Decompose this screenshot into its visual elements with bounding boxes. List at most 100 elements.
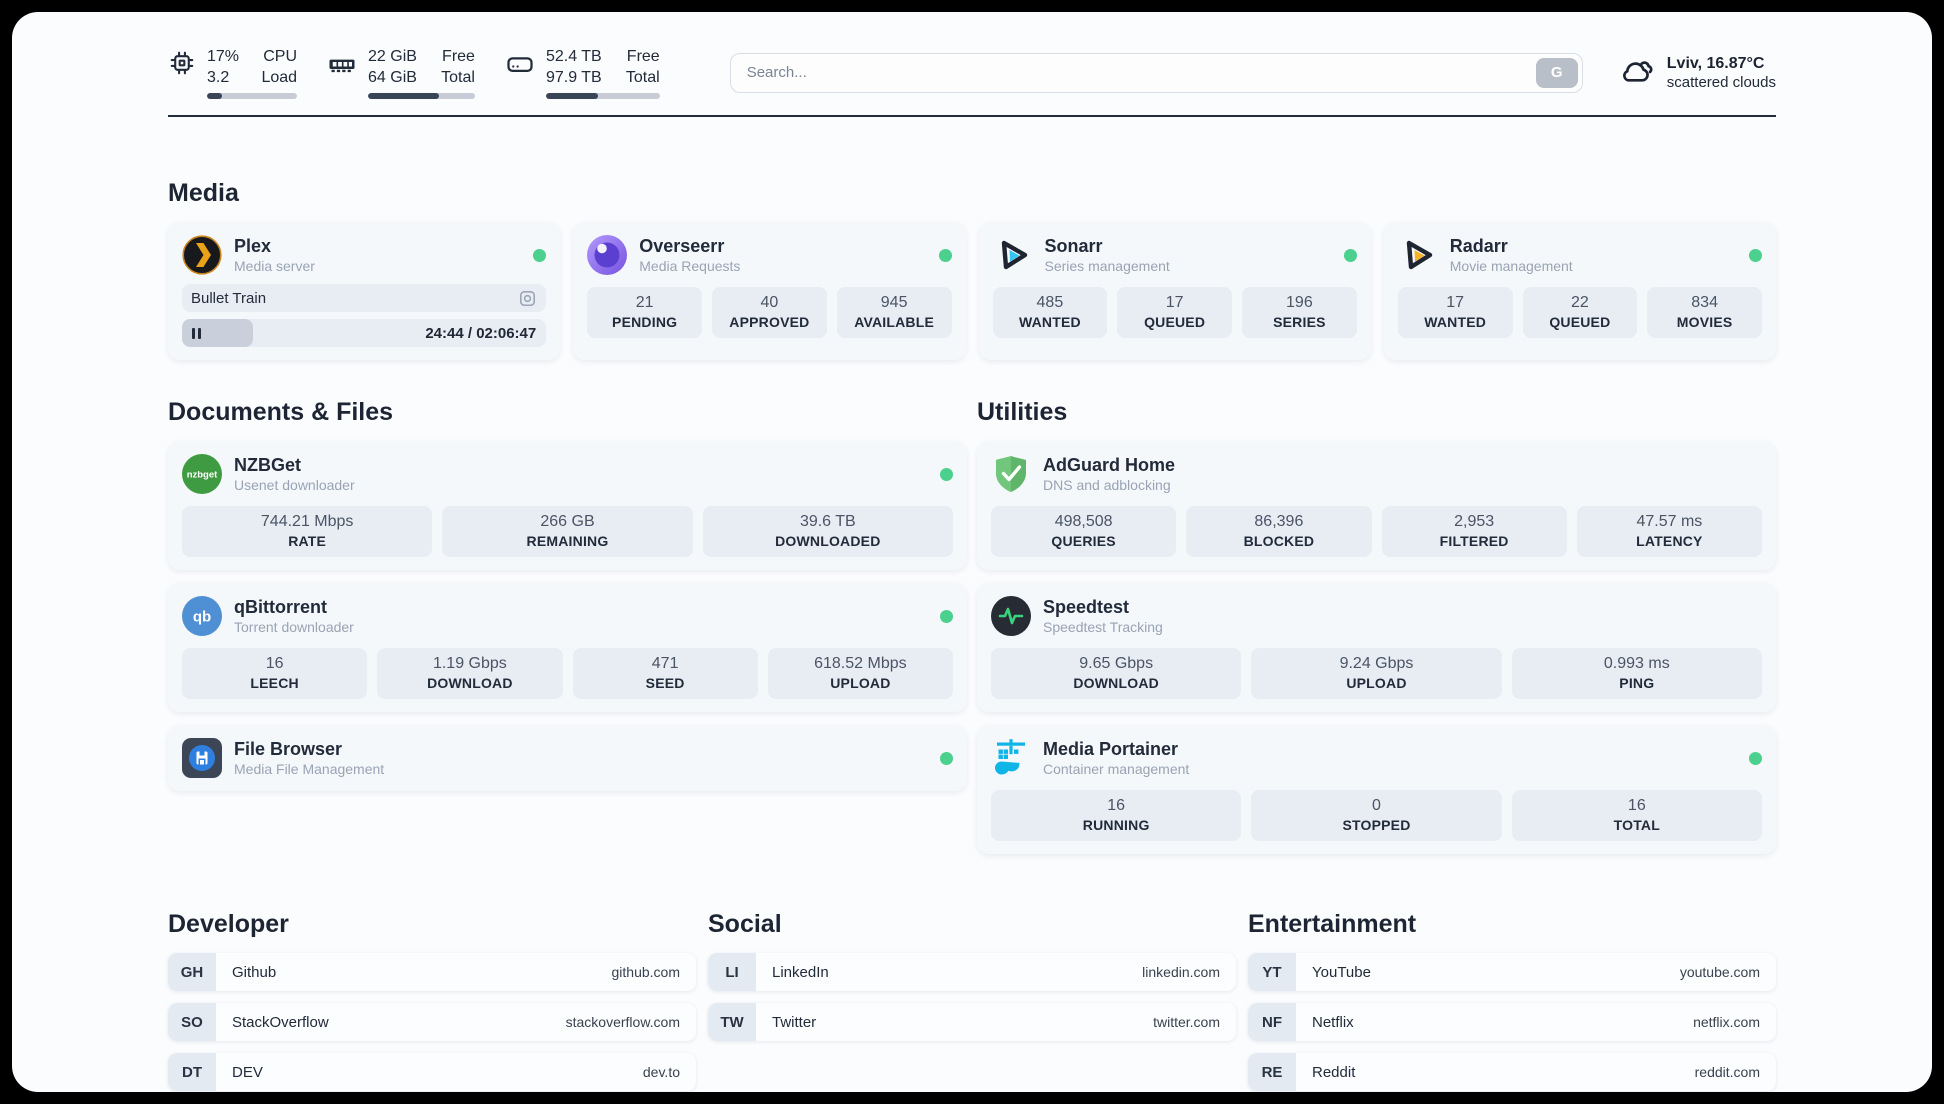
service-card-header: AdGuard Home DNS and adblocking	[991, 454, 1762, 494]
service-card-adguard-home[interactable]: AdGuard Home DNS and adblocking 498,508 QUE…	[977, 441, 1776, 571]
service-title: qBittorrent	[234, 597, 327, 618]
pause-icon[interactable]	[192, 327, 201, 339]
stat-box-total: 16 TOTAL	[1511, 790, 1762, 842]
stat-value: 86,396	[1254, 513, 1304, 531]
stat-box-blocked: 86,396 BLOCKED	[1186, 506, 1372, 558]
stats-row: 9.65 Gbps DOWNLOAD 9.24 Gbps UPLOAD 0.993 ms…	[991, 648, 1762, 700]
stat-box-leech: 16 LEECH	[182, 648, 368, 700]
link-abbr-badge: DT	[168, 1053, 216, 1092]
section-title-utilities: Utilities	[977, 398, 1068, 427]
link-name: Reddit	[1312, 1063, 1356, 1081]
link-stackoverflow[interactable]: SO StackOverflow stackoverflow.com	[168, 1003, 696, 1042]
service-card-nzbget[interactable]: nzbget NZBGet Usenet downloader 744.21 Mbps…	[168, 441, 967, 571]
bookmark-list-entertainment: YT YouTube youtube.com NF Netflix netflix.com…	[1248, 953, 1776, 1092]
link-youtube[interactable]: YT YouTube youtube.com	[1248, 953, 1776, 992]
link-github[interactable]: GH Github github.com	[168, 953, 696, 992]
stats-row: 16 LEECH 1.19 Gbps DOWNLOAD 471 SEED 618.52 Mb…	[182, 648, 953, 700]
link-dev[interactable]: DT DEV dev.to	[168, 1053, 696, 1092]
service-subtitle: DNS and adblocking	[1043, 477, 1171, 494]
search-input[interactable]	[729, 52, 1583, 93]
stat-label: FILTERED	[1439, 533, 1509, 550]
link-abbr-badge: LI	[708, 953, 756, 992]
service-meta: Media Portainer Container management	[1043, 739, 1189, 777]
dashboard-page: 17% 3.2 CPU Load 22 GiB 64 GiB Free Tota…	[12, 12, 1932, 1092]
service-card-header: Overseerr Media Requests	[587, 235, 952, 276]
stat-label: MOVIES	[1676, 314, 1733, 331]
overseerr-icon	[587, 235, 628, 276]
stat-box-upload: 9.24 Gbps UPLOAD	[1251, 648, 1502, 700]
memory-progress-fill	[368, 93, 439, 100]
service-subtitle: Usenet downloader	[234, 477, 355, 494]
stat-label: STOPPED	[1342, 817, 1411, 834]
stat-value: 945	[880, 294, 908, 312]
stat-value: 1.19 Gbps	[432, 655, 507, 673]
link-twitter[interactable]: TW Twitter twitter.com	[708, 1003, 1236, 1042]
service-subtitle: Container management	[1043, 761, 1190, 778]
online-status-dot	[940, 609, 953, 623]
svg-text:nzbget: nzbget	[187, 470, 218, 481]
service-card-header: Media Portainer Container management	[991, 738, 1762, 778]
link-netflix[interactable]: NF Netflix netflix.com	[1248, 1003, 1776, 1042]
service-card-plex[interactable]: Plex Media server Bullet Train 24:44 / 02:0…	[168, 222, 561, 361]
bookmark-list-social: LI LinkedIn linkedin.com TW Twitter twitter.c…	[708, 953, 1236, 1042]
section-title-developer: Developer	[168, 910, 289, 939]
service-card-header: nzbget NZBGet Usenet downloader	[182, 454, 953, 495]
playback-progress-bar[interactable]: 24:44 / 02:06:47	[182, 319, 547, 348]
link-url: stackoverflow.com	[565, 1014, 680, 1031]
stat-box-queued: 17 QUEUED	[1117, 287, 1232, 339]
stat-box-upload: 618.52 Mbps UPLOAD	[767, 648, 953, 700]
link-name: YouTube	[1312, 963, 1371, 981]
camera-icon[interactable]	[518, 289, 537, 308]
service-card-header: Radarr Movie management	[1398, 235, 1762, 275]
stat-value: 17	[1165, 294, 1184, 312]
portainer-icon	[991, 738, 1031, 778]
radarr-icon	[1398, 235, 1438, 275]
weather-widget: Lviv, 16.87°C scattered clouds	[1617, 51, 1776, 94]
stat-label: TOTAL	[1613, 817, 1660, 834]
service-meta: Overseerr Media Requests	[639, 236, 740, 274]
service-card-sonarr[interactable]: Sonarr Series management 485 WANTED 17 QUEUED…	[978, 222, 1371, 361]
link-linkedin[interactable]: LI LinkedIn linkedin.com	[708, 953, 1236, 992]
online-status-dot	[1749, 248, 1762, 262]
stat-box-movies: 834 MOVIES	[1647, 287, 1762, 339]
stat-label: PENDING	[612, 314, 678, 331]
stat-box-approved: 40 APPROVED	[712, 287, 827, 339]
stat-value: 485	[1036, 294, 1064, 312]
link-reddit[interactable]: RE Reddit reddit.com	[1248, 1053, 1776, 1092]
service-title: Radarr	[1449, 236, 1508, 257]
online-status-dot	[1343, 248, 1357, 262]
stat-label: DOWNLOADED	[775, 533, 881, 550]
service-meta: Speedtest Speedtest Tracking	[1043, 597, 1163, 635]
stat-label: BLOCKED	[1243, 533, 1315, 550]
service-title: AdGuard Home	[1043, 455, 1176, 476]
service-card-file-browser[interactable]: File Browser Media File Management	[168, 725, 967, 792]
link-url: reddit.com	[1694, 1064, 1760, 1081]
disk-widget: 52.4 TB 97.9 TB Free Total	[505, 46, 660, 100]
stat-value: 9.24 Gbps	[1339, 655, 1414, 673]
service-card-speedtest[interactable]: Speedtest Speedtest Tracking 9.65 Gbps DOWN…	[977, 583, 1776, 713]
stat-box-rate: 744.21 Mbps RATE	[182, 506, 433, 558]
qbittorrent-icon: qb	[182, 596, 222, 637]
service-meta: Radarr Movie management	[1450, 236, 1573, 274]
section-title-media: Media	[168, 179, 239, 208]
cpu-values: 17% 3.2	[207, 46, 239, 88]
service-card-overseerr[interactable]: Overseerr Media Requests 21 PENDING 40 APPROV…	[573, 222, 966, 361]
service-card-radarr[interactable]: Radarr Movie management 17 WANTED 22 QUEUED 83…	[1383, 222, 1776, 361]
stat-value: 21	[635, 294, 654, 312]
documents-column: Documents & Files nzbget NZBGet Usenet dow…	[168, 398, 967, 854]
service-card-qbittorrent[interactable]: qb qBittorrent Torrent downloader 16 LEECH 1.…	[168, 583, 967, 713]
link-url: github.com	[611, 964, 680, 981]
disk-icon	[505, 46, 535, 79]
stats-row: 498,508 QUERIES 86,396 BLOCKED 2,953 FILTERED…	[991, 506, 1762, 558]
stat-box-running: 16 RUNNING	[991, 790, 1242, 842]
stat-value: 498,508	[1054, 513, 1113, 531]
stat-box-wanted: 485 WANTED	[992, 287, 1108, 339]
service-card-media-portainer[interactable]: Media Portainer Container management 16 RUN…	[977, 725, 1776, 855]
stat-box-stopped: 0 STOPPED	[1251, 790, 1502, 842]
search-engine-button[interactable]: G	[1535, 57, 1578, 88]
service-meta: NZBGet Usenet downloader	[234, 455, 355, 493]
stat-label: QUERIES	[1051, 533, 1116, 550]
now-playing-row[interactable]: Bullet Train	[182, 284, 547, 313]
stat-value: 0.993 ms	[1603, 655, 1670, 673]
stats-row: 16 RUNNING 0 STOPPED 16 TOTAL	[991, 790, 1762, 842]
